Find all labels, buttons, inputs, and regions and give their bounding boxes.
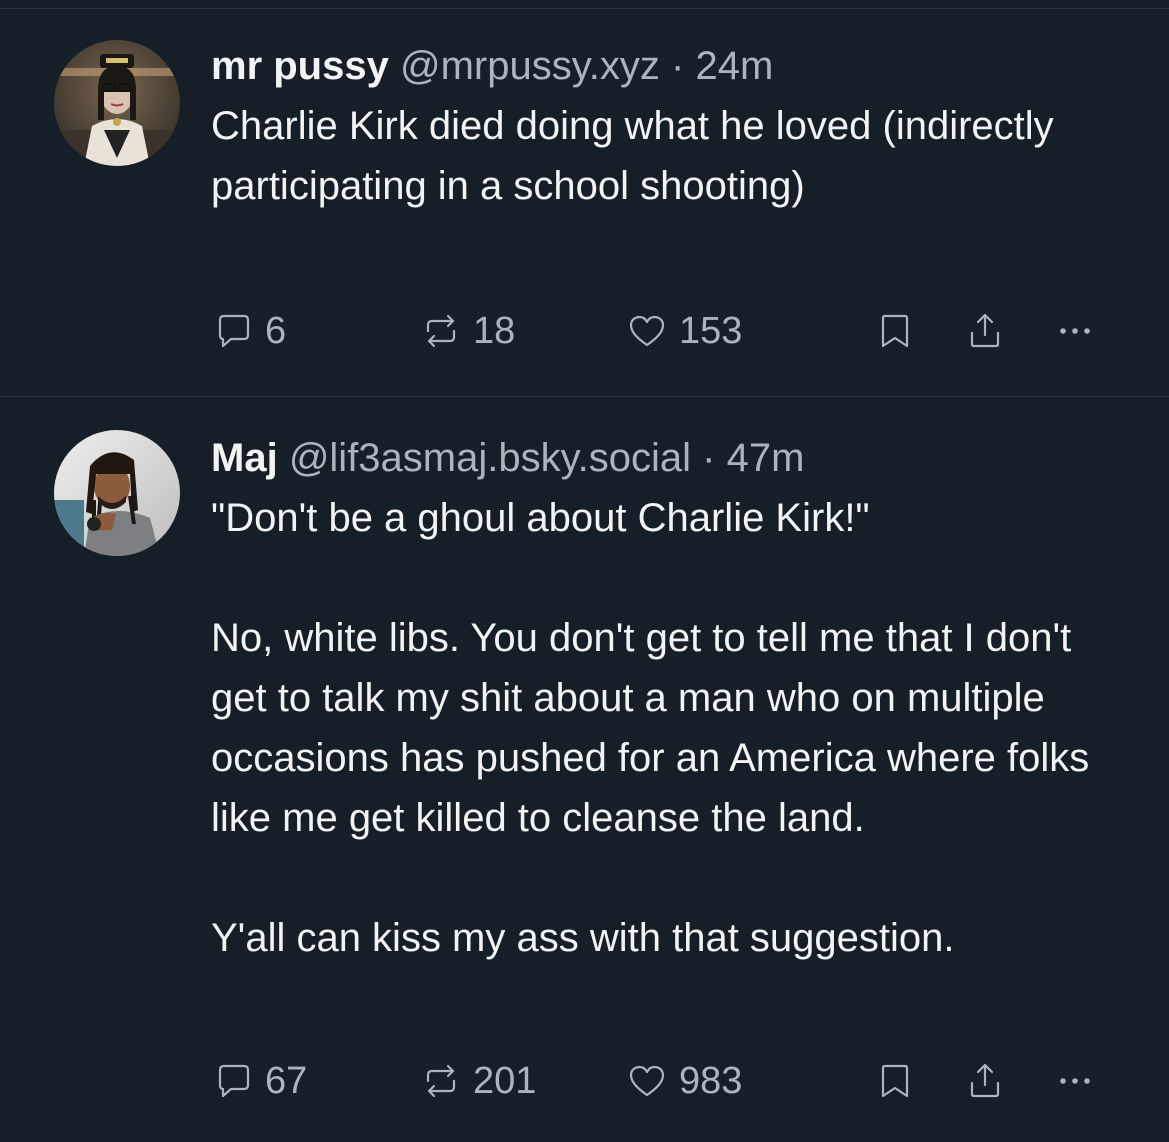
reply-count: 6 <box>265 309 287 352</box>
repost-arrows-icon <box>426 1064 456 1098</box>
user-handle[interactable]: @lif3asmaj.bsky.social <box>289 436 691 480</box>
repost-count: 18 <box>473 309 516 352</box>
bookmark-button[interactable] <box>873 306 917 356</box>
share-upload-icon <box>970 1063 1000 1098</box>
reply-button[interactable]: 67 <box>211 1056 307 1106</box>
heart-icon <box>629 315 665 347</box>
ellipsis-icon <box>1060 328 1090 334</box>
repost-button[interactable]: 18 <box>419 306 515 356</box>
like-count: 983 <box>679 1059 743 1102</box>
speech-bubble-icon <box>218 314 250 348</box>
post-text: "Don't be a ghoul about Charlie Kirk!" N… <box>211 488 1119 968</box>
more-options-button[interactable] <box>1053 306 1097 356</box>
heart-icon <box>629 1065 665 1097</box>
share-button[interactable] <box>963 306 1007 356</box>
bookmark-icon <box>881 314 909 348</box>
like-button[interactable]: 983 <box>625 1056 742 1106</box>
ellipsis-icon <box>1060 1078 1090 1084</box>
repost-arrows-icon <box>426 314 456 348</box>
speech-bubble-icon <box>218 1064 250 1098</box>
post-actions: 6 18 153 <box>211 306 1111 356</box>
display-name[interactable]: Maj <box>211 436 278 480</box>
avatar[interactable] <box>54 40 180 166</box>
post-header: Maj @lif3asmaj.bsky.social · 47m <box>211 430 1119 486</box>
post-content: mr pussy @mrpussy.xyz · 24m Charlie Kirk… <box>211 38 1119 216</box>
post-text: Charlie Kirk died doing what he loved (i… <box>211 96 1119 216</box>
like-button[interactable]: 153 <box>625 306 742 356</box>
post-actions: 67 201 983 <box>211 1056 1111 1106</box>
post-paragraph: Y'all can kiss my ass with that suggesti… <box>211 916 955 960</box>
display-name[interactable]: mr pussy <box>211 44 389 88</box>
post-timestamp[interactable]: 24m <box>695 44 773 88</box>
avatar-image <box>54 430 180 556</box>
more-options-button[interactable] <box>1053 1056 1097 1106</box>
post-header: mr pussy @mrpussy.xyz · 24m <box>211 38 1119 94</box>
repost-button[interactable]: 201 <box>419 1056 536 1106</box>
post-content: Maj @lif3asmaj.bsky.social · 47m "Don't … <box>211 430 1119 968</box>
post-paragraph: No, white libs. You don't get to tell me… <box>211 616 1090 840</box>
user-handle[interactable]: @mrpussy.xyz <box>400 44 660 88</box>
post-paragraph: Charlie Kirk died doing what he loved (i… <box>211 104 1054 208</box>
repost-count: 201 <box>473 1059 537 1102</box>
bookmark-icon <box>881 1064 909 1098</box>
bookmark-button[interactable] <box>873 1056 917 1106</box>
post-item[interactable]: Maj @lif3asmaj.bsky.social · 47m "Don't … <box>0 397 1169 1142</box>
separator-dot: · <box>702 436 716 480</box>
post-item[interactable]: mr pussy @mrpussy.xyz · 24m Charlie Kirk… <box>0 0 1169 397</box>
separator-dot: · <box>671 44 685 88</box>
post-paragraph: "Don't be a ghoul about Charlie Kirk!" <box>211 496 870 540</box>
like-count: 153 <box>679 309 743 352</box>
reply-button[interactable]: 6 <box>211 306 286 356</box>
reply-count: 67 <box>265 1059 308 1102</box>
avatar[interactable] <box>54 430 180 556</box>
avatar-image <box>54 40 180 166</box>
share-button[interactable] <box>963 1056 1007 1106</box>
post-timestamp[interactable]: 47m <box>727 436 805 480</box>
share-upload-icon <box>970 313 1000 348</box>
